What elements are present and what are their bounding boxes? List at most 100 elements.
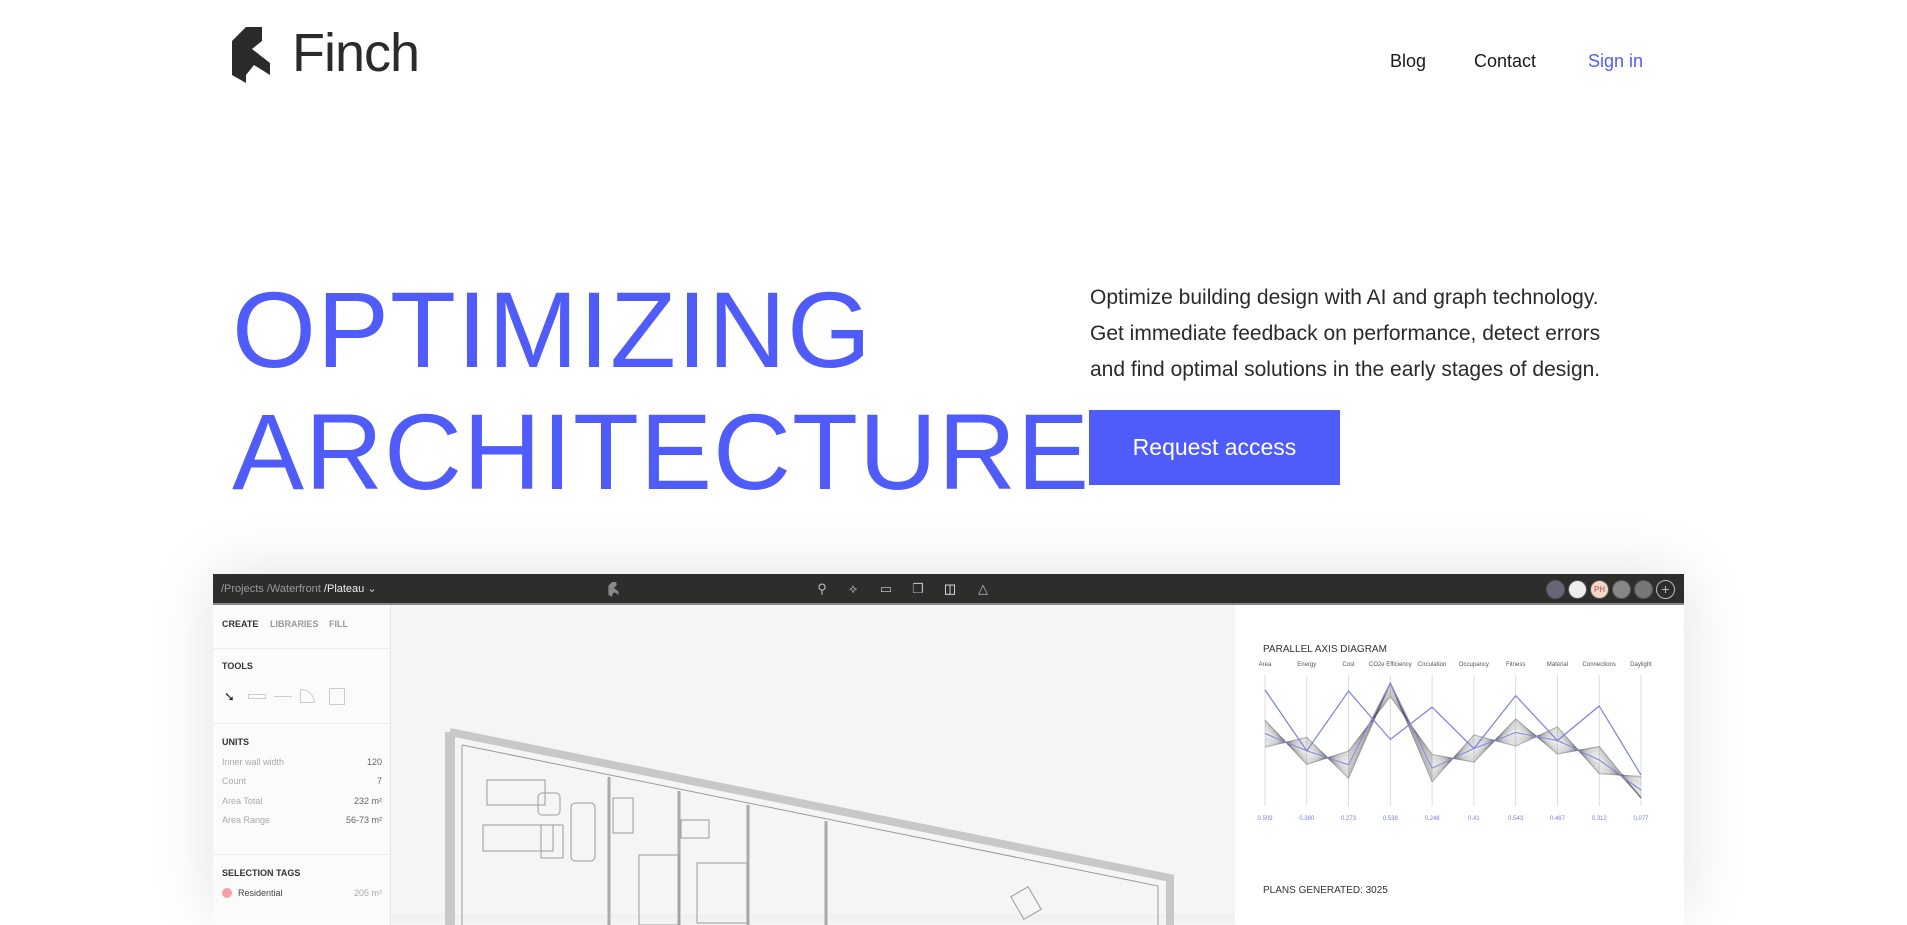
axis-label: Connections	[1583, 662, 1616, 668]
axis-value: 0.248	[1425, 816, 1441, 822]
series-line	[1264, 689, 1642, 776]
background-plan-line	[1264, 681, 1642, 781]
background-plan-line	[1264, 681, 1642, 786]
background-plan-line	[1264, 688, 1642, 795]
parallel-axis-diagram[interactable]: Area 0.509 Energy 0.380 Cost 0.273 CO2e Effici…	[1235, 653, 1684, 833]
background-plan-line	[1264, 681, 1642, 785]
nav-contact[interactable]: Contact	[1474, 51, 1536, 72]
axis-value: 0.312	[1592, 816, 1608, 822]
tools-heading: TOOLS	[222, 661, 253, 671]
line-tool-icon[interactable]	[274, 696, 292, 697]
description-line: and find optimal solutions in the early …	[1090, 358, 1601, 381]
floor-plan-canvas[interactable]	[391, 605, 1235, 925]
avatar[interactable]: PH	[1590, 580, 1609, 599]
axis-label: Cost	[1342, 662, 1355, 668]
background-plan-line	[1264, 681, 1642, 782]
background-plan-line	[1264, 694, 1642, 799]
axis-label: Daylight	[1630, 662, 1652, 668]
background-plan-line	[1264, 694, 1642, 799]
background-plan-line	[1264, 695, 1642, 799]
background-plan-line	[1264, 681, 1642, 791]
series-line	[1264, 681, 1642, 791]
background-plan-line	[1264, 695, 1642, 799]
unit-row: Inner wall width 120	[222, 757, 382, 767]
tab-libraries[interactable]: LIBRARIES	[270, 619, 319, 629]
axis-label: CO2e Efficiency	[1369, 662, 1412, 668]
unit-row: Count 7	[222, 776, 382, 786]
breadcrumb-plateau[interactable]: /Plateau	[324, 583, 364, 595]
background-plan-line	[1264, 691, 1642, 799]
monitor-icon[interactable]: ▭	[878, 581, 894, 597]
background-plan-line	[1264, 681, 1642, 786]
breadcrumb-projects[interactable]: /Projects	[221, 583, 264, 595]
axis-label: Circulation	[1418, 662, 1446, 668]
hero-title-line-1: OPTIMIZING	[232, 269, 872, 390]
background-plan-line	[1264, 681, 1642, 789]
axis-value: 0.538	[1383, 816, 1399, 822]
background-plan-line	[1264, 681, 1642, 783]
avatar[interactable]	[1612, 580, 1631, 599]
background-plan-line	[1264, 693, 1642, 799]
breadcrumb[interactable]: /Projects /Waterfront /Plateau ⌄	[221, 582, 377, 595]
layout-icon[interactable]: ◫	[942, 581, 958, 597]
copy-icon[interactable]: ❐	[910, 581, 926, 597]
tag-row[interactable]: Residential 205 m²	[222, 888, 382, 898]
tab-fill[interactable]: FILL	[329, 619, 348, 629]
request-access-button[interactable]: Request access	[1089, 410, 1340, 485]
description-line: Get immediate feedback on performance, d…	[1090, 322, 1601, 345]
background-plan-line	[1264, 681, 1642, 788]
background-plan-line	[1264, 695, 1642, 799]
background-plan-line	[1264, 691, 1642, 797]
background-plan-line	[1264, 681, 1642, 792]
axis-label: Material	[1547, 662, 1568, 668]
door-tool-icon[interactable]	[300, 689, 315, 703]
background-plan-line	[1264, 681, 1642, 783]
left-panel: CREATE LIBRARIES FILL TOOLS ➘ UNITS Inne…	[213, 605, 391, 925]
background-plan-line	[1264, 681, 1642, 783]
breadcrumb-waterfront[interactable]: /Waterfront	[267, 583, 321, 595]
background-plan-line	[1264, 681, 1642, 784]
background-plan-line	[1264, 690, 1642, 796]
background-plan-line	[1264, 692, 1642, 799]
avatar[interactable]	[1634, 580, 1653, 599]
app-toolbar: /Projects /Waterfront /Plateau ⌄ ⚲ ⟡ ▭ ❐…	[213, 574, 1684, 605]
background-plan-line	[1264, 684, 1642, 790]
nav-sign-in[interactable]: Sign in	[1588, 51, 1643, 72]
description-line: Optimize building design with AI and gra…	[1090, 286, 1599, 309]
brand-name[interactable]: Finch	[292, 22, 420, 84]
background-plan-line	[1264, 686, 1642, 792]
background-plan-line	[1264, 685, 1642, 798]
background-plan-line	[1264, 695, 1642, 799]
axis-label: Fitness	[1506, 662, 1525, 668]
triangle-icon[interactable]: △	[975, 581, 991, 597]
nav-blog[interactable]: Blog	[1390, 51, 1426, 72]
finch-logo-icon[interactable]	[232, 27, 274, 83]
finch-small-logo-icon	[608, 582, 619, 597]
background-plan-line	[1264, 695, 1642, 799]
background-plan-line	[1264, 690, 1642, 799]
background-plan-line	[1264, 681, 1642, 783]
app-screenshot: /Projects /Waterfront /Plateau ⌄ ⚲ ⟡ ▭ ❐…	[213, 574, 1684, 925]
background-plan-line	[1264, 681, 1642, 793]
unit-row: Area Total 232 m²	[222, 796, 382, 806]
background-plan-line	[1264, 688, 1642, 794]
wall-tool-icon[interactable]	[248, 694, 266, 699]
selection-tags-heading: SELECTION TAGS	[222, 868, 301, 878]
plans-generated: PLANS GENERATED: 3025	[1263, 885, 1388, 896]
background-plan-line	[1264, 688, 1642, 799]
avatar[interactable]	[1546, 580, 1565, 599]
room-tool-icon[interactable]	[329, 688, 345, 705]
background-plan-line	[1264, 683, 1642, 796]
pointer-tool-icon[interactable]: ➘	[224, 689, 235, 705]
avatar[interactable]	[1568, 580, 1587, 599]
axis-value: 0.41	[1468, 816, 1480, 822]
background-plan-line	[1264, 681, 1642, 787]
chevron-down-icon[interactable]: ⌄	[367, 583, 376, 595]
location-pin-icon[interactable]: ⚲	[814, 581, 830, 597]
axis-value: 0.467	[1550, 816, 1566, 822]
tab-create[interactable]: CREATE	[222, 619, 258, 629]
add-user-icon[interactable]: +	[1656, 580, 1675, 599]
background-plan-line	[1264, 681, 1642, 782]
axis-value: 0.543	[1508, 816, 1524, 822]
graph-icon[interactable]: ⟡	[845, 581, 861, 597]
